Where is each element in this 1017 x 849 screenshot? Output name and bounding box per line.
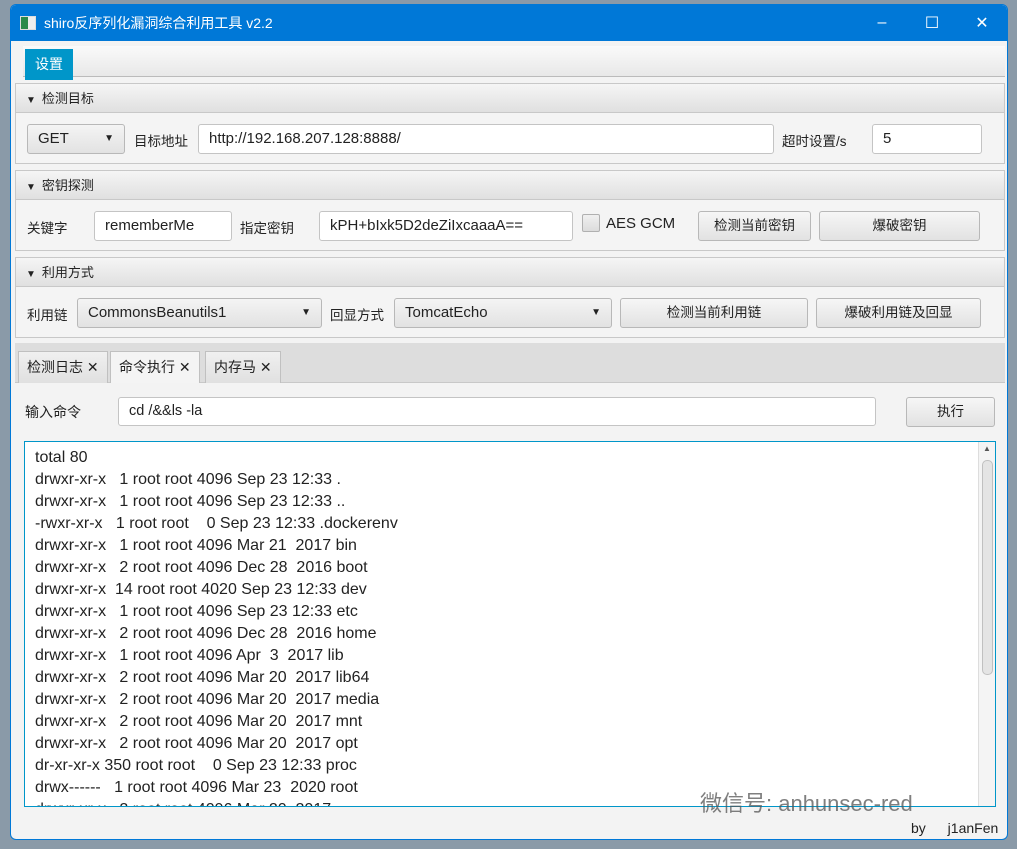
timeout-label: 超时设置/s (782, 134, 847, 149)
scrollbar-thumb[interactable] (982, 460, 993, 675)
brute-chain-button[interactable]: 爆破利用链及回显 (816, 298, 981, 328)
tab-detect-log[interactable]: 检测日志 ✕ (18, 351, 108, 383)
check-key-button[interactable]: 检测当前密钥 (698, 211, 811, 241)
detect-target-header[interactable]: ▼ 检测目标 (16, 84, 1004, 113)
execute-button[interactable]: 执行 (906, 397, 995, 427)
window-title: shiro反序列化漏洞综合利用工具 v2.2 (44, 15, 273, 31)
method-value: GET (38, 130, 69, 147)
close-tab-icon[interactable]: ✕ (87, 359, 99, 375)
tab-label: 命令执行 (119, 359, 175, 375)
collapse-triangle-icon: ▼ (26, 269, 36, 280)
chevron-down-icon: ▼ (301, 307, 311, 318)
chain-select[interactable]: CommonsBeanutils1 ▼ (77, 298, 322, 328)
method-select[interactable]: GET ▼ (27, 124, 125, 154)
app-icon (20, 16, 36, 30)
panel-title: 利用方式 (41, 265, 94, 280)
key-detect-panel: ▼ 密钥探测 关键字 rememberMe 指定密钥 kPH+bIxk5D2deZ… (15, 170, 1005, 251)
url-input[interactable]: http://192.168.207.128:8888/ (198, 124, 774, 154)
url-label: 目标地址 (134, 134, 188, 149)
check-chain-button[interactable]: 检测当前利用链 (620, 298, 808, 328)
menu-bar: 设置 (23, 46, 1005, 80)
brute-key-button[interactable]: 爆破密钥 (819, 211, 980, 241)
tab-command-exec[interactable]: 命令执行 ✕ (110, 351, 200, 383)
chevron-down-icon: ▼ (591, 307, 601, 318)
chain-label: 利用链 (27, 308, 68, 323)
key-input[interactable]: kPH+bIxk5D2deZiIxcaaaA== (319, 211, 573, 241)
panel-title: 检测目标 (41, 91, 94, 106)
wechat-watermark: 微信号: anhunsec-red (700, 791, 913, 816)
chevron-down-icon: ▼ (104, 133, 114, 144)
detect-target-panel: ▼ 检测目标 GET ▼ 目标地址 http://192.168.207.128:8… (15, 83, 1005, 164)
timeout-input[interactable]: 5 (872, 124, 982, 154)
collapse-triangle-icon: ▼ (26, 182, 36, 193)
maximize-button[interactable]: ☐ (907, 13, 957, 33)
command-input[interactable]: cd /&&ls -la (118, 397, 876, 426)
echo-value: TomcatEcho (405, 304, 488, 321)
tab-label: 检测日志 (27, 359, 83, 375)
key-detect-header[interactable]: ▼ 密钥探测 (16, 171, 1004, 200)
chain-value: CommonsBeanutils1 (88, 304, 227, 321)
echo-select[interactable]: TomcatEcho ▼ (394, 298, 612, 328)
tab-memshell[interactable]: 内存马 ✕ (205, 351, 281, 383)
exploit-header[interactable]: ▼ 利用方式 (16, 258, 1004, 287)
keyword-label: 关键字 (27, 221, 68, 236)
keyword-input[interactable]: rememberMe (94, 211, 232, 241)
exploit-panel: ▼ 利用方式 利用链 CommonsBeanutils1 ▼ 回显方式 Tomcat… (15, 257, 1005, 338)
aes-gcm-checkbox[interactable] (582, 214, 600, 232)
vertical-scrollbar[interactable]: ▲ (978, 442, 995, 806)
aes-gcm-label: AES GCM (606, 215, 676, 232)
menu-settings[interactable]: 设置 (25, 49, 73, 80)
close-tab-icon[interactable]: ✕ (179, 359, 191, 375)
command-label: 输入命令 (25, 404, 81, 420)
title-bar: shiro反序列化漏洞综合利用工具 v2.2 – ☐ ✕ (11, 5, 1007, 41)
key-label: 指定密钥 (240, 221, 294, 236)
close-tab-icon[interactable]: ✕ (260, 359, 272, 375)
echo-label: 回显方式 (330, 308, 384, 323)
author-credit: by j1anFen (911, 820, 999, 836)
tab-label: 内存马 (214, 359, 256, 375)
panel-title: 密钥探测 (41, 178, 94, 193)
app-window: shiro反序列化漏洞综合利用工具 v2.2 – ☐ ✕ 设置 ▼ 检测目标 GE… (10, 4, 1008, 840)
minimize-button[interactable]: – (857, 14, 907, 32)
command-output: total 80 drwxr-xr-x 1 root root 4096 Sep… (35, 449, 398, 806)
collapse-triangle-icon: ▼ (26, 95, 36, 106)
close-button[interactable]: ✕ (957, 13, 1007, 33)
tab-bar: 检测日志 ✕ 命令执行 ✕ 内存马 ✕ (15, 343, 1005, 383)
scroll-up-icon[interactable]: ▲ (983, 444, 991, 453)
output-textarea[interactable]: total 80 drwxr-xr-x 1 root root 4096 Sep… (24, 441, 996, 807)
